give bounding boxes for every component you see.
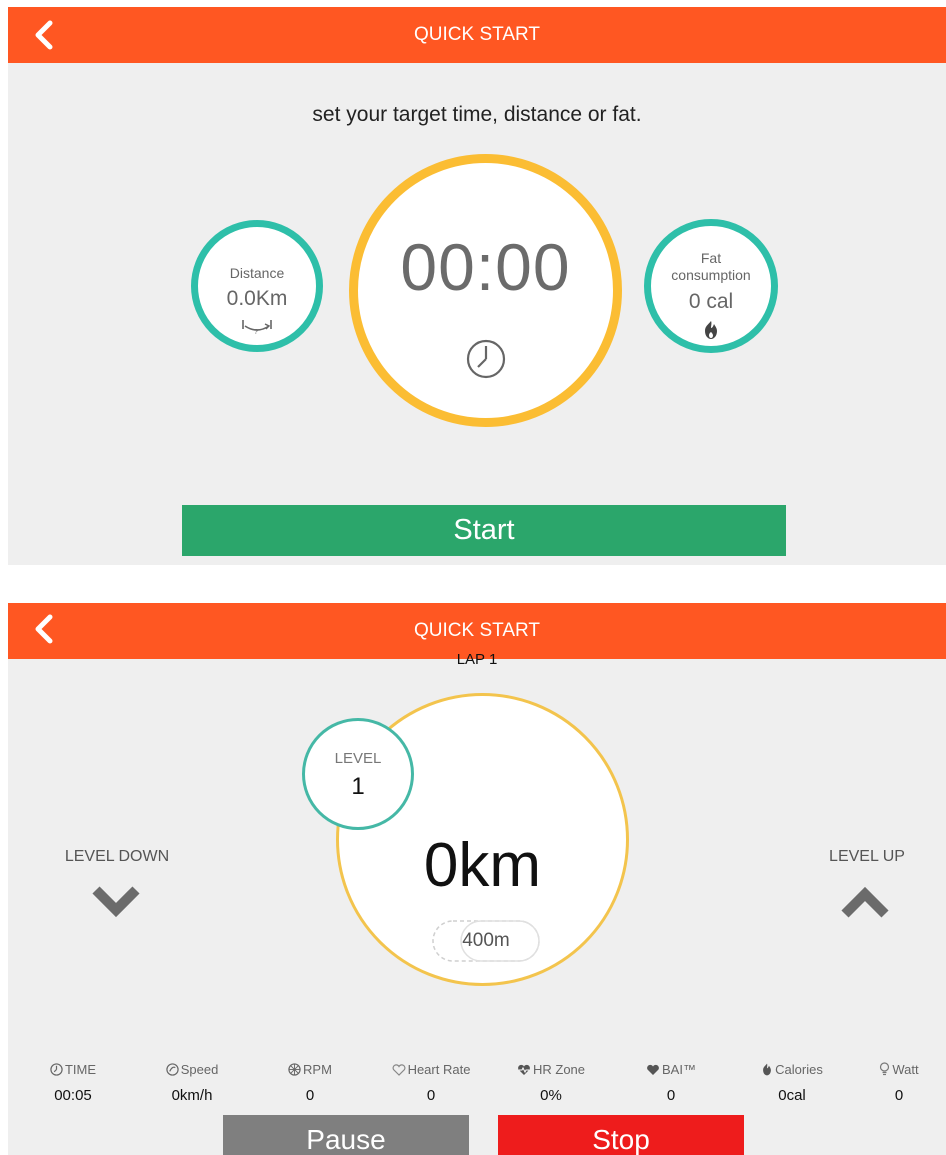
start-button[interactable]: Start xyxy=(182,505,786,556)
fat-label-line1: Fat xyxy=(700,250,722,266)
distance-target-button[interactable]: Distance 0.0Km ? xyxy=(191,220,323,352)
stat-value: 0 xyxy=(894,1087,904,1104)
level-up-button[interactable] xyxy=(840,885,890,926)
heart-icon xyxy=(392,1064,406,1076)
header-bar: QUICK START xyxy=(8,7,946,63)
svg-text:?: ? xyxy=(254,329,258,335)
lap-length-label: 400m xyxy=(462,930,510,951)
chevron-up-icon xyxy=(841,886,889,918)
stat-label: BAI™ xyxy=(662,1062,696,1077)
flame-icon xyxy=(705,321,717,339)
stat-label: Speed xyxy=(180,1062,219,1077)
timer-value: 00:00 xyxy=(400,230,571,304)
distance-label: Distance xyxy=(229,265,285,281)
stat-value: 0km/h xyxy=(171,1087,213,1104)
quick-start-workout-screen: QUICK START LAP 1 LEVEL DOWN LEVEL UP 0k… xyxy=(8,603,946,1155)
lap-length-track: 400m xyxy=(431,919,541,963)
bai-icon xyxy=(647,1064,659,1075)
stat-value: 0% xyxy=(540,1087,562,1104)
fat-value: 0 cal xyxy=(688,290,734,313)
stat-label: TIME xyxy=(64,1062,97,1077)
clock-icon xyxy=(50,1063,63,1076)
stat-watt: Watt 0 xyxy=(849,1062,946,1104)
stat-bai: BAI™ 0 xyxy=(616,1062,726,1104)
distance-value: 0km xyxy=(423,831,542,900)
hr-zone-icon xyxy=(518,1064,530,1075)
pause-button[interactable]: Pause xyxy=(223,1115,469,1155)
quick-start-setup-screen: QUICK START set your target time, distan… xyxy=(8,7,946,565)
page-title: QUICK START xyxy=(414,24,540,45)
stat-calories: Calories 0cal xyxy=(737,1062,847,1104)
instruction-text: set your target time, distance or fat. xyxy=(312,103,642,126)
stat-value: 0 xyxy=(666,1087,676,1104)
rpm-icon xyxy=(288,1063,301,1076)
fat-label-line2: consumption xyxy=(671,267,751,283)
level-down-label: LEVEL DOWN xyxy=(64,848,170,865)
level-label: LEVEL xyxy=(334,750,382,767)
stat-value: 0cal xyxy=(778,1087,806,1104)
stat-speed: Speed 0km/h xyxy=(137,1062,247,1104)
flame-icon xyxy=(763,1063,772,1076)
stat-value: 0 xyxy=(305,1087,315,1104)
chevron-down-icon xyxy=(92,886,140,918)
level-up-label: LEVEL UP xyxy=(829,848,905,865)
stat-rpm: RPM 0 xyxy=(255,1062,365,1104)
stat-value: 0 xyxy=(426,1087,436,1104)
stat-label: HR Zone xyxy=(532,1062,586,1077)
stat-value: 00:05 xyxy=(54,1087,92,1104)
speed-icon xyxy=(166,1063,179,1076)
lap-indicator: LAP 1 xyxy=(456,651,498,668)
distance-icon: ? xyxy=(242,320,272,336)
stat-hr-zone: HR Zone 0% xyxy=(496,1062,606,1104)
stat-label: RPM xyxy=(303,1062,332,1077)
time-target-button[interactable]: 00:00 xyxy=(349,154,622,427)
level-value: 1 xyxy=(351,773,365,800)
stat-heart-rate: Heart Rate 0 xyxy=(376,1062,486,1104)
stop-button[interactable]: Stop xyxy=(498,1115,744,1155)
level-down-button[interactable] xyxy=(91,883,141,924)
stat-label: Heart Rate xyxy=(407,1062,471,1077)
stat-label: Calories xyxy=(775,1062,823,1077)
level-display: LEVEL 1 xyxy=(302,718,414,830)
clock-icon xyxy=(466,339,505,379)
bulb-icon xyxy=(880,1062,890,1076)
fat-target-button[interactable]: Fat consumption 0 cal xyxy=(644,219,778,353)
stat-label: Watt xyxy=(892,1062,919,1077)
stat-time: TIME 00:05 xyxy=(18,1062,128,1104)
distance-value: 0.0Km xyxy=(226,287,288,310)
